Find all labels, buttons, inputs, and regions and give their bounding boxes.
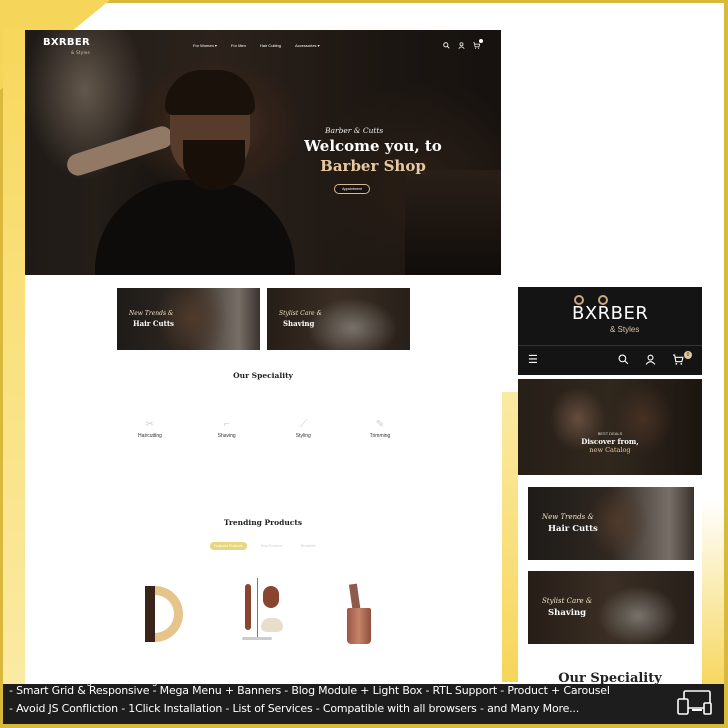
banner-title: Shaving [548,608,587,618]
speciality-item[interactable]: ⟋ Styling [273,418,333,439]
mobile-header: BXRBER & Styles ☰ 0 [518,287,702,375]
hero-subtitle: Barber & Cutts [325,126,384,135]
cart-icon[interactable] [473,39,483,49]
trending-heading: Trending Products [223,518,303,527]
logo-text: BXRBER [43,37,90,48]
banner-script-text: New Trends & [542,513,594,521]
hero-title: Welcome you, to [304,137,442,155]
product-grid [125,578,405,658]
banner-script-text: Stylist Care & [542,597,593,605]
brush-bristles [145,586,155,642]
mobile-logo[interactable]: BXRBER [572,303,648,324]
speciality-heading: Our Speciality [233,371,293,380]
cart-count-badge: 0 [684,351,692,359]
cup [347,608,371,644]
speciality-label: Trimming [369,433,391,439]
hero-title: Discover from, [581,437,639,446]
banner-title: Hair Cutts [548,524,598,534]
nav-link-accessories[interactable]: Accessories ▾ [295,43,320,48]
hero-overlay [518,379,702,475]
promo-banner-shaving[interactable]: Stylist Care & Shaving [267,288,410,350]
razor-icon: ⌐ [223,419,230,430]
speciality-item[interactable]: ✎ Trimming [350,418,410,439]
nav-icons [443,39,483,49]
nav-links: For Women ▾ For Men Hair Cutting Accesso… [193,43,320,48]
appointment-button[interactable]: Appointment [334,184,370,194]
user-icon[interactable] [645,354,656,368]
nav-link-for-men[interactable]: For Men [231,43,246,48]
banner-script-text: New Trends & [129,310,174,317]
mobile-preview: BXRBER & Styles ☰ 0 BEST DEALS Discover … [518,287,702,687]
decor-band-left [3,28,25,688]
top-nav: BXRBER & Styles For Women ▾ For Men Hair… [25,30,501,60]
promo-banner-haircuts[interactable]: New Trends & Hair Cutts [117,288,260,350]
hero-title-accent: Barber Shop [320,157,426,175]
decor-band-right [502,392,518,682]
frame-right [724,0,728,728]
banner-title: Hair Cutts [133,319,175,328]
mobile-banner-haircuts[interactable]: New Trends & Hair Cutts [528,487,694,560]
scissors-icon: ✂ [145,419,155,430]
shaving-brush [261,618,283,632]
hero-title-accent: new Catalog [589,446,631,454]
speciality-label: Styling [295,433,311,439]
decor-strip-right [700,500,724,690]
features-line-2: - Avoid JS Confliction - 1Click Installa… [9,702,580,715]
logo-subtext: & Styles [71,50,90,55]
brush-handle [155,586,183,642]
nav-link-hair-cutting[interactable]: Hair Cutting [260,43,281,48]
desktop-preview: BXRBER & Styles For Women ▾ For Men Hair… [25,30,501,680]
speciality-label: Haircutting [138,433,162,439]
cart-icon[interactable] [672,354,684,368]
bowl [263,586,279,608]
features-bar: - Smart Grid & Responsive - Mega Menu + … [3,684,724,724]
header-divider [518,345,702,346]
stand-pole [257,578,258,638]
search-icon[interactable] [443,42,450,49]
banner-script-text: Stylist Care & [279,310,322,317]
tab-new-products[interactable]: New Products [257,542,287,550]
site-logo[interactable]: BXRBER & Styles [43,38,90,58]
product-beard-brush[interactable] [145,586,189,644]
banner-title: Shaving [283,319,315,328]
cart-badge [479,39,483,43]
speciality-item[interactable]: ⌐ Shaving [197,418,257,439]
tab-bestseller[interactable]: Bestseller [297,542,320,550]
speciality-item[interactable]: ✂ Haircutting [120,418,180,439]
hero-banner: BXRBER & Styles For Women ▾ For Men Hair… [25,30,501,275]
responsive-devices-icon [677,690,712,715]
mobile-hero: BEST DEALS Discover from, new Catalog [518,379,702,475]
frame-bottom [0,724,728,728]
product-tabs: Featured Products New Products Bestselle… [210,542,320,550]
speciality-list: ✂ Haircutting ⌐ Shaving ⟋ Styling ✎ Trim… [120,418,410,439]
trimmer-icon: ✎ [375,419,385,430]
comb-icon: ⟋ [299,419,307,430]
nav-link-for-women[interactable]: For Women ▾ [193,43,217,48]
product-shaving-set[interactable] [240,578,290,640]
razor [245,584,251,630]
search-icon[interactable] [618,354,629,368]
tab-featured-products[interactable]: Featured Products [210,542,247,550]
speciality-label: Shaving [217,433,236,439]
hero-kicker: BEST DEALS [597,431,623,436]
mobile-banner-shaving[interactable]: Stylist Care & Shaving [528,571,694,644]
watermark-url: www.heritagechristiancollege.com [40,676,184,687]
user-icon[interactable] [458,42,465,49]
hamburger-menu-icon[interactable]: ☰ [528,355,538,366]
product-comb-cup[interactable] [347,583,377,646]
mobile-logo-subtext: & Styles [610,325,640,334]
stand-base [242,637,272,640]
